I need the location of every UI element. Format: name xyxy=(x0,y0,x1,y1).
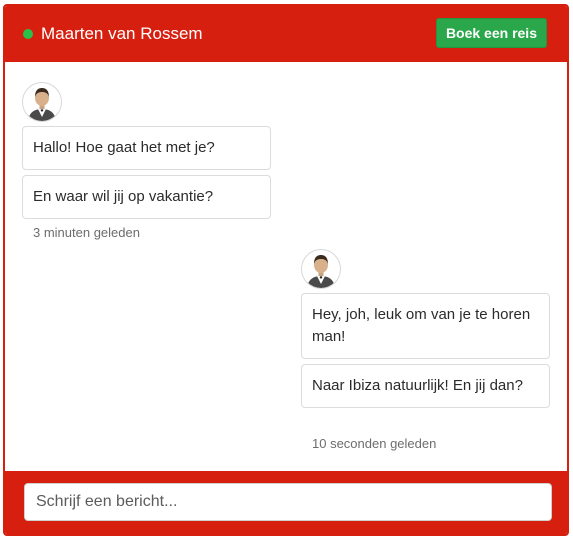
contact-name: Maarten van Rossem xyxy=(41,24,203,43)
message-timestamp: 3 minuten geleden xyxy=(33,225,140,240)
message-bubble: En waar wil jij op vakantie? xyxy=(22,175,271,219)
online-status-icon xyxy=(23,29,33,39)
message-bubble: Hey, joh, leuk om van je te horen man! xyxy=(301,293,550,359)
message-timestamp: 10 seconden geleden xyxy=(312,436,437,451)
message-bubble: Hallo! Hoe gaat het met je? xyxy=(22,126,271,170)
male-avatar-icon xyxy=(22,82,62,122)
message-input[interactable] xyxy=(24,483,552,521)
chat-header: Maarten van Rossem Boek een reis xyxy=(5,6,567,62)
message-bubble: Naar Ibiza natuurlijk! En jij dan? xyxy=(301,364,550,408)
composer-bar xyxy=(5,471,567,534)
male-avatar-icon xyxy=(301,249,341,289)
chat-window: Maarten van Rossem Boek een reis Hallo! … xyxy=(3,4,569,536)
book-trip-button[interactable]: Boek een reis xyxy=(435,18,547,48)
